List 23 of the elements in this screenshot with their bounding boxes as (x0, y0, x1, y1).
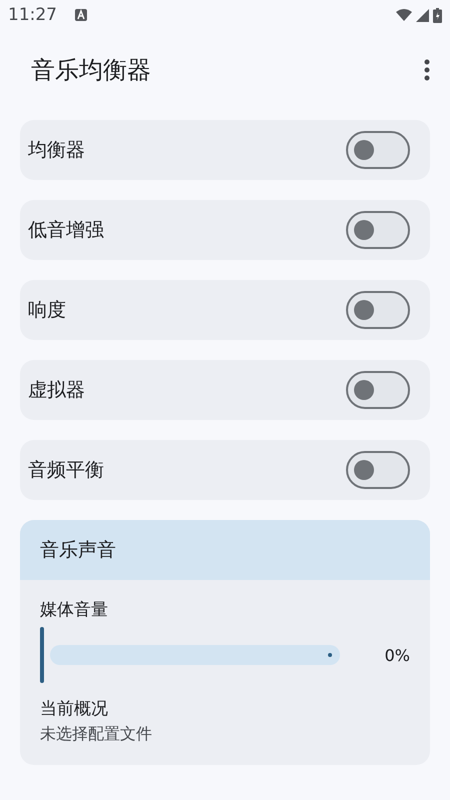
slider-handle[interactable] (40, 627, 44, 683)
slider-label: 媒体音量 (40, 599, 109, 621)
setting-label: 低音增强 (28, 218, 105, 243)
setting-label: 音频平衡 (28, 458, 105, 483)
setting-label: 均衡器 (28, 138, 86, 163)
setting-label: 响度 (28, 298, 67, 323)
volume-reading: 0% (384, 646, 410, 664)
app-title: 音乐均衡器 (31, 55, 152, 86)
volume-slider[interactable] (40, 627, 340, 683)
signal-icon (416, 8, 429, 22)
keyboard-icon (75, 9, 87, 21)
wifi-icon (396, 9, 412, 21)
status-time: 11:27 (8, 5, 57, 25)
profile-value: 未选择配置文件 (40, 724, 153, 745)
panel-title: 音乐声音 (40, 538, 116, 563)
toggle-switch[interactable] (346, 131, 410, 169)
battery-icon (433, 8, 442, 22)
toggle-switch[interactable] (346, 291, 410, 329)
toggle-switch[interactable] (346, 371, 410, 409)
profile-label: 当前概况 (40, 698, 109, 720)
setting-label: 虚拟器 (28, 378, 86, 403)
toggle-switch[interactable] (346, 451, 410, 489)
toggle-switch[interactable] (346, 211, 410, 249)
